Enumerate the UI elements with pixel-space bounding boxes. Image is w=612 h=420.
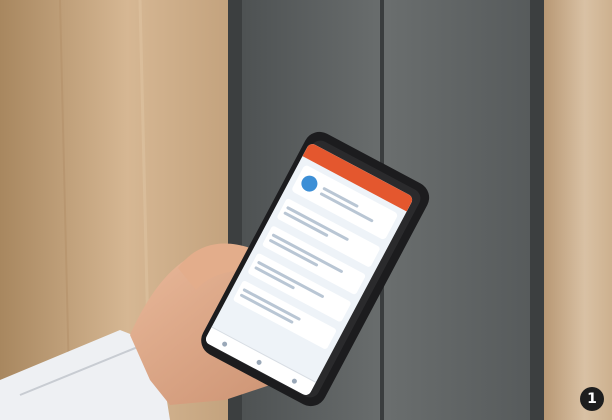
wood-wall-right [544,0,612,420]
elevator-frame-right [530,0,544,420]
tab-profile-icon[interactable] [291,377,298,385]
tab-list-icon[interactable] [256,358,264,366]
tab-home-icon[interactable] [221,340,229,348]
avatar-icon [298,172,321,195]
photo-scene: 1 [0,0,612,420]
page-number-badge: 1 [580,387,604,411]
